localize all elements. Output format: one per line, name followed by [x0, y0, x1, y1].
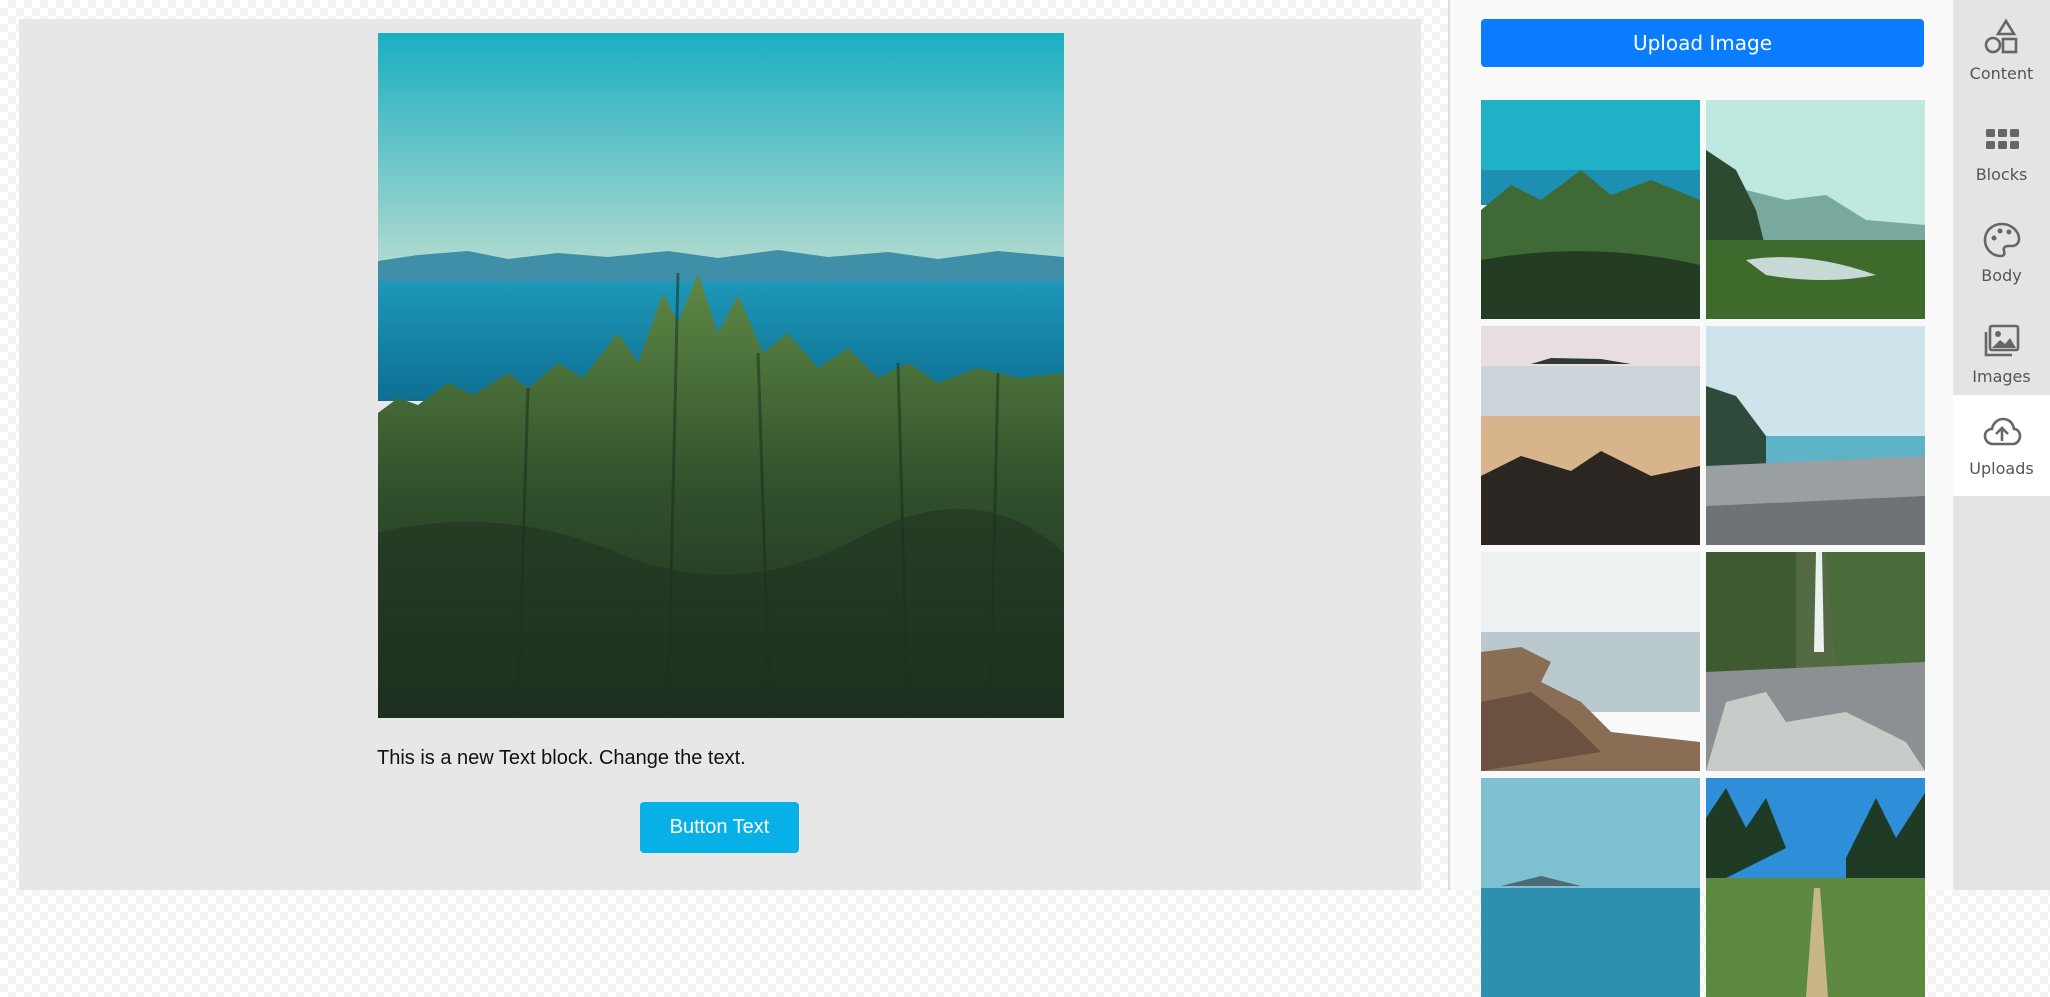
tab-uploads[interactable]: Uploads — [1953, 395, 2050, 496]
tab-images[interactable]: Images — [1953, 303, 2050, 404]
cloud-upload-icon — [1983, 417, 2021, 446]
upload-thumbnail-1[interactable] — [1481, 100, 1700, 319]
shapes-icon — [1984, 18, 2017, 54]
upload-thumbnail-8[interactable] — [1706, 778, 1925, 997]
email-body[interactable]: This is a new Text block. Change the tex… — [19, 19, 1421, 890]
tab-blocks[interactable]: Blocks — [1953, 101, 2050, 202]
tab-blocks-label: Blocks — [1975, 165, 2028, 184]
upload-thumbnail-4[interactable] — [1706, 326, 1925, 545]
upload-thumbnail-2[interactable] — [1706, 100, 1925, 319]
image-stack-icon — [1984, 324, 2019, 357]
upload-thumbnail-5[interactable] — [1481, 552, 1700, 771]
sidebar-tabs: Content Blocks Body Images Uploads — [1953, 0, 2050, 890]
tab-content[interactable]: Content — [1953, 0, 2050, 101]
editor-canvas: This is a new Text block. Change the tex… — [0, 0, 1448, 890]
uploads-panel: Upload Image — [1448, 0, 1953, 997]
cta-button[interactable]: Button Text — [640, 802, 799, 853]
upload-thumbnail-6[interactable] — [1706, 552, 1925, 771]
tab-uploads-label: Uploads — [1969, 459, 2034, 478]
tab-body[interactable]: Body — [1953, 202, 2050, 303]
upload-thumbnail-7[interactable] — [1481, 778, 1700, 997]
tab-images-label: Images — [1972, 367, 2031, 386]
upload-image-button[interactable]: Upload Image — [1481, 19, 1924, 67]
text-block[interactable]: This is a new Text block. Change the tex… — [377, 747, 1077, 770]
hero-image[interactable] — [378, 33, 1064, 718]
grid-dots-icon — [1985, 129, 2019, 149]
palette-icon — [1983, 222, 2020, 258]
tab-body-label: Body — [1981, 266, 2022, 285]
uploads-grid — [1481, 100, 1925, 997]
upload-thumbnail-3[interactable] — [1481, 326, 1700, 545]
tab-content-label: Content — [1969, 64, 2034, 83]
